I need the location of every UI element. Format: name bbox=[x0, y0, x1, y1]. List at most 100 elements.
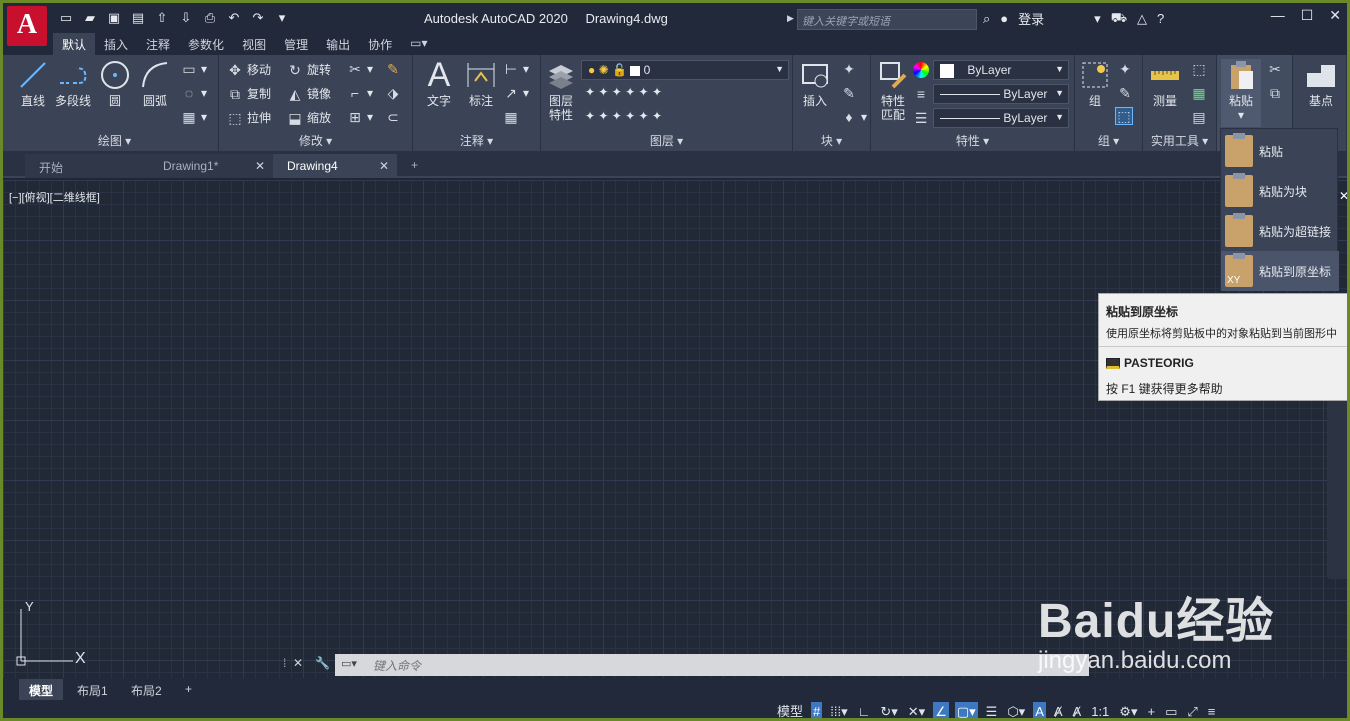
redo-icon[interactable]: ↷ bbox=[249, 9, 267, 27]
command-close-icon[interactable]: ✕ bbox=[293, 656, 303, 670]
close-panel-icon[interactable]: ✕ bbox=[1339, 189, 1347, 203]
application-menu-button[interactable]: A bbox=[7, 6, 47, 46]
paste-menu-item-paste-as-hyperlink[interactable]: 粘贴为超链接 bbox=[1221, 211, 1339, 251]
tab-parametric[interactable]: 参数化 bbox=[179, 33, 233, 56]
paste-menu-item-paste-as-block[interactable]: 粘贴为块 bbox=[1221, 171, 1339, 211]
measure-tool[interactable]: 测量 bbox=[1145, 59, 1185, 108]
navigation-bar[interactable] bbox=[1327, 383, 1347, 579]
linear-dim-tool[interactable]: ⊢ ▾ bbox=[503, 61, 529, 77]
selection-cycling-icon[interactable]: ⬡▾ bbox=[1005, 702, 1027, 718]
workspace-gear-icon[interactable]: ⚙▾ bbox=[1117, 702, 1139, 718]
block-panel-label[interactable]: 块 ▾ bbox=[793, 132, 870, 149]
rotate-tool[interactable]: ↻ 旋转 bbox=[287, 61, 331, 78]
command-grip-icon[interactable]: ⁞ bbox=[283, 656, 286, 670]
cart-icon[interactable]: ⛟ bbox=[1111, 10, 1127, 28]
ortho-icon[interactable]: ∟ bbox=[856, 702, 873, 718]
layout-tab-model[interactable]: 模型 bbox=[19, 679, 64, 702]
osnap-tracking-icon[interactable]: ∠ bbox=[933, 702, 949, 718]
layout-tab-layout2[interactable]: 布局2 bbox=[121, 679, 172, 702]
groups-panel-label[interactable]: 组 ▾ bbox=[1075, 132, 1142, 149]
paste-button[interactable]: 粘贴 ▾ bbox=[1221, 59, 1261, 127]
command-prompt-icon[interactable]: ▭▾ bbox=[341, 657, 357, 670]
minimize-icon[interactable]: — bbox=[1271, 7, 1285, 24]
help-icon[interactable]: ? bbox=[1157, 11, 1164, 26]
login-dropdown-icon[interactable]: ▾ bbox=[1094, 11, 1101, 27]
a360-icon[interactable]: △ bbox=[1137, 11, 1147, 27]
rectangle-tool[interactable]: ▭ ▾ bbox=[181, 61, 207, 77]
snap-icon[interactable]: ⁞⁞⁞▾ bbox=[828, 702, 849, 718]
tab-insert[interactable]: 插入 bbox=[95, 33, 137, 56]
text-tool[interactable]: A 文字 bbox=[419, 58, 459, 108]
lineweight-display-icon[interactable]: ☰ bbox=[984, 702, 1000, 718]
fillet-tool[interactable]: ⌐ ▾ bbox=[347, 85, 373, 101]
search-expand-icon[interactable]: ▶ bbox=[787, 13, 794, 24]
plot-icon[interactable]: ⎙ bbox=[201, 9, 219, 27]
group-edit-tool[interactable]: ✎ bbox=[1117, 85, 1133, 101]
hatch-tool[interactable]: ◌ ▾ bbox=[181, 85, 207, 101]
new-file-icon[interactable]: ▭ bbox=[57, 9, 75, 27]
add-layout-button[interactable]: + bbox=[175, 679, 202, 699]
gradient-tool[interactable]: ▦ ▾ bbox=[181, 109, 207, 125]
modify-panel-label[interactable]: 修改 ▾ bbox=[219, 132, 412, 149]
layout-tab-layout1[interactable]: 布局1 bbox=[67, 679, 118, 702]
undo-icon[interactable]: ↶ bbox=[225, 9, 243, 27]
object-snap-icon[interactable]: ▢▾ bbox=[954, 702, 978, 718]
login-link[interactable]: 登录 bbox=[1018, 9, 1044, 28]
group-select-tool[interactable]: ⬚ bbox=[1115, 107, 1133, 125]
customize-wrench-icon[interactable]: 🔧 bbox=[315, 656, 330, 670]
draw-panel-label[interactable]: 绘图 ▾ bbox=[11, 132, 218, 149]
tab-collaborate[interactable]: 协作 bbox=[359, 33, 401, 56]
tab-default[interactable]: 默认 bbox=[53, 33, 96, 56]
annotation-scale-icon[interactable]: Ⱥ bbox=[1071, 702, 1084, 718]
lineweight-icon[interactable]: ☰ bbox=[913, 110, 929, 126]
doc-tab-start[interactable]: 开始 bbox=[25, 154, 153, 178]
new-tab-button[interactable]: + bbox=[403, 154, 433, 178]
model-space-toggle[interactable]: 模型 bbox=[775, 702, 805, 718]
layer-dropdown[interactable]: ● ✺ 🔓 0 ▼ bbox=[581, 60, 789, 80]
paste-menu-item-paste[interactable]: 粘贴 bbox=[1221, 131, 1339, 171]
open-file-icon[interactable]: ▰ bbox=[81, 9, 99, 27]
layer-tools-row2[interactable]: ✦ ✦ ✦ ✦ ✦ ✦ bbox=[585, 109, 662, 123]
group-tool[interactable]: 组 bbox=[1077, 59, 1113, 108]
properties-panel-label[interactable]: 特性 ▾ bbox=[871, 132, 1074, 149]
help-search-input[interactable]: 键入关键字或短语 bbox=[797, 9, 977, 30]
customize-qat-icon[interactable]: ▾ bbox=[273, 9, 291, 27]
user-icon[interactable]: ● bbox=[1000, 11, 1008, 26]
copy-clip-tool[interactable]: ⧉ bbox=[1267, 85, 1283, 101]
save-web-icon[interactable]: ⇩ bbox=[177, 9, 195, 27]
linetype-icon[interactable]: ≡ bbox=[913, 86, 929, 102]
doc-tab-drawing4[interactable]: Drawing4 ✕ bbox=[273, 154, 397, 178]
calculator-tool[interactable]: ▦ bbox=[1191, 85, 1207, 101]
edit-block-tool[interactable]: ✎ bbox=[841, 85, 857, 101]
open-web-icon[interactable]: ⇧ bbox=[153, 9, 171, 27]
circle-tool[interactable]: 圆 bbox=[97, 59, 133, 108]
color-wheel-icon[interactable] bbox=[913, 62, 929, 78]
trim-tool[interactable]: ✂ ▾ bbox=[347, 61, 373, 77]
point-id-tool[interactable]: ▤ bbox=[1191, 109, 1207, 125]
ungroup-tool[interactable]: ✦ bbox=[1117, 61, 1133, 77]
basepoint-tool[interactable]: 基点 bbox=[1299, 59, 1343, 108]
save-icon[interactable]: ▣ bbox=[105, 9, 123, 27]
erase-tool[interactable]: ✎ bbox=[385, 61, 401, 77]
match-properties-tool[interactable]: 特性 匹配 bbox=[875, 59, 911, 122]
array-tool[interactable]: ⊞ ▾ bbox=[347, 109, 373, 125]
annotation-visibility-icon[interactable]: A bbox=[1033, 702, 1046, 718]
color-dropdown[interactable]: ByLayer ▼ bbox=[933, 60, 1069, 80]
polyline-tool[interactable]: 多段线 bbox=[51, 59, 95, 108]
tab-view[interactable]: 视图 bbox=[233, 33, 275, 56]
save-as-icon[interactable]: ▤ bbox=[129, 9, 147, 27]
copy-tool[interactable]: ⧉ 复制 bbox=[227, 85, 271, 102]
tab-output[interactable]: 输出 bbox=[317, 33, 359, 56]
tab-annotate[interactable]: 注释 bbox=[137, 33, 179, 56]
utilities-panel-label[interactable]: 实用工具 ▾ bbox=[1143, 132, 1216, 149]
explode-tool[interactable]: ⬗ bbox=[385, 85, 401, 101]
block-attribute-tool[interactable]: ♦ ▾ bbox=[841, 109, 867, 125]
doc-tab-drawing1[interactable]: Drawing1* ✕ bbox=[149, 154, 273, 178]
close-tab-icon[interactable]: ✕ bbox=[379, 159, 389, 173]
arc-tool[interactable]: 圆弧 bbox=[137, 59, 173, 108]
layer-properties-tool[interactable]: 图层 特性 bbox=[543, 59, 579, 122]
tab-manage[interactable]: 管理 bbox=[275, 33, 317, 56]
quick-select-tool[interactable]: ⬚ bbox=[1191, 61, 1207, 77]
move-tool[interactable]: ✥ 移动 bbox=[227, 61, 271, 78]
annotation-panel-label[interactable]: 注释 ▾ bbox=[413, 132, 540, 149]
